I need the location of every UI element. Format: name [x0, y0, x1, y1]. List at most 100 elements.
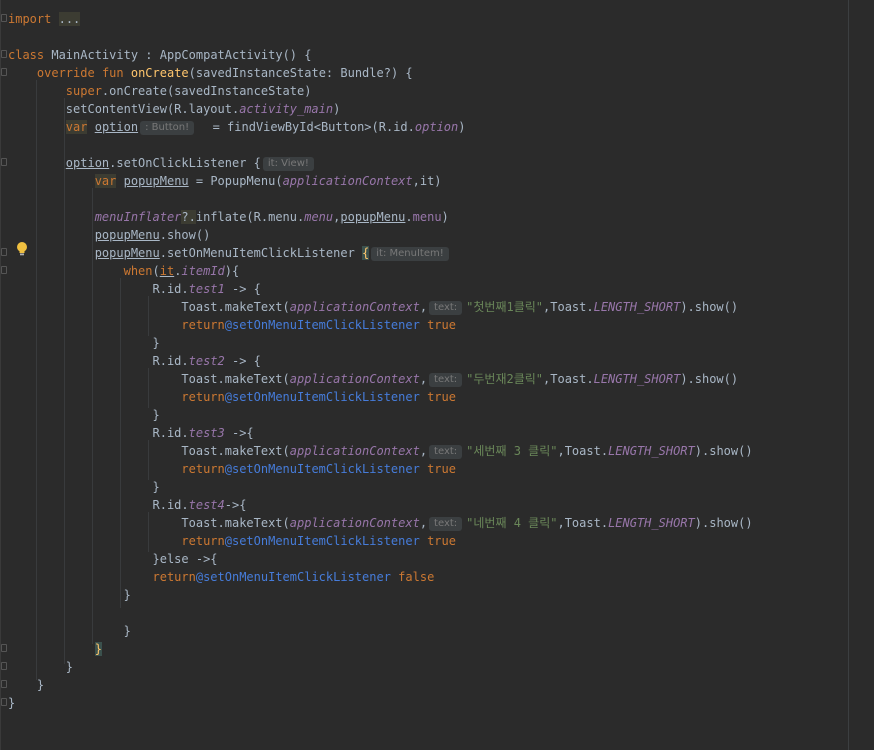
- superclass: AppCompatActivity(): [159, 48, 298, 62]
- keyword: return: [181, 390, 225, 404]
- fold-marker[interactable]: [1, 158, 7, 166]
- code-line: super.onCreate(savedInstanceState): [8, 82, 312, 100]
- code-line: }: [8, 694, 15, 712]
- code-line: return@setOnMenuItemClickListener true: [8, 316, 456, 334]
- token: ,it): [412, 174, 442, 188]
- token: R.id.: [152, 282, 189, 296]
- token: (: [152, 264, 160, 278]
- property: applicationContext: [282, 174, 413, 188]
- code-line: Toast.makeText(applicationContext, text: "…: [8, 442, 753, 460]
- keyword: true: [427, 462, 456, 476]
- keyword: true: [427, 318, 456, 332]
- param-hint: text:: [429, 517, 463, 531]
- token: }else ->{: [152, 552, 218, 566]
- token: }: [152, 408, 160, 422]
- fold-marker[interactable]: [1, 662, 7, 670]
- type-hint: it: MenuItem!: [371, 247, 449, 261]
- token: -> {: [224, 354, 261, 368]
- constant: LENGTH_SHORT: [608, 516, 695, 530]
- string-literal: "네번째 4 클릭": [466, 516, 558, 530]
- token: ): [441, 210, 449, 224]
- right-margin-guide: [848, 0, 849, 750]
- keyword: false: [398, 570, 435, 584]
- variable-name: popupMenu: [123, 174, 189, 188]
- fold-marker[interactable]: [1, 50, 7, 58]
- code-line: var popupMenu = PopupMenu(applicationCon…: [8, 172, 442, 190]
- token: ,: [419, 372, 428, 386]
- type-hint: : Button!: [140, 121, 195, 135]
- token: ,Toast.: [543, 372, 594, 386]
- param-hint: text:: [429, 373, 463, 387]
- token: ,Toast.: [557, 444, 609, 458]
- keyword: super: [65, 84, 102, 98]
- fold-marker[interactable]: [1, 248, 7, 256]
- token: Toast.makeText(: [181, 444, 290, 458]
- token: ,: [419, 444, 428, 458]
- code-line: }: [8, 478, 160, 496]
- token: ): [458, 120, 466, 134]
- resource-name: test2: [188, 354, 225, 368]
- token: }: [123, 588, 131, 602]
- code-line: var option: Button! = findViewById<Butto…: [8, 118, 465, 136]
- string-literal: "두번재2클릭": [466, 372, 544, 386]
- folded-imports[interactable]: ...: [58, 12, 81, 26]
- keyword: return: [181, 534, 225, 548]
- token: .setOnClickListener: [109, 156, 254, 170]
- keyword: fun: [101, 66, 124, 80]
- property: menu: [412, 210, 442, 224]
- fold-marker[interactable]: [1, 644, 7, 652]
- class-name: MainActivity: [51, 48, 139, 62]
- token: setContentView(R.layout.: [65, 102, 240, 116]
- token: ): [333, 102, 341, 116]
- resource-name: menu: [304, 210, 334, 224]
- property: applicationContext: [289, 516, 420, 530]
- code-line: R.id.test2 -> {: [8, 352, 261, 370]
- token: -> {: [224, 282, 261, 296]
- code-line: }: [8, 658, 73, 676]
- token: ,: [419, 300, 428, 314]
- string-literal: "세번째 3 클릭": [466, 444, 558, 458]
- resource-name: test4: [188, 498, 225, 512]
- code-line: }else ->{: [8, 550, 218, 568]
- label: @setOnMenuItemClickListener: [224, 462, 420, 476]
- label: @setOnMenuItemClickListener: [224, 390, 420, 404]
- keyword: true: [427, 534, 456, 548]
- fold-marker[interactable]: [1, 680, 7, 688]
- token: {: [297, 48, 312, 62]
- code-editor[interactable]: import ... class MainActivity : AppCompa…: [0, 0, 874, 750]
- token: }: [36, 678, 45, 692]
- fold-marker[interactable]: [1, 14, 7, 22]
- param-hint: text:: [429, 301, 463, 315]
- label: @setOnMenuItemClickListener: [224, 534, 420, 548]
- token: }: [152, 336, 160, 350]
- code-line: }: [8, 334, 160, 352]
- code-line: R.id.test3 ->{: [8, 424, 254, 442]
- resource-name: option: [414, 120, 459, 134]
- fold-marker[interactable]: [1, 266, 7, 274]
- property: menuInflater: [94, 210, 182, 224]
- token: }: [152, 480, 160, 494]
- fold-marker[interactable]: [1, 68, 7, 76]
- token: .show(): [159, 228, 211, 242]
- property: applicationContext: [289, 372, 420, 386]
- keyword: when: [123, 264, 153, 278]
- resource-name: test1: [188, 282, 225, 296]
- variable-name: popupMenu: [94, 228, 160, 242]
- code-line: menuInflater?.inflate(R.menu.menu,popupM…: [8, 208, 449, 226]
- variable-name: popupMenu: [94, 246, 160, 260]
- fold-marker[interactable]: [1, 698, 7, 706]
- token: ).show(): [680, 300, 739, 314]
- code-line: option.setOnClickListener {it: View!: [8, 154, 318, 172]
- type-hint: it: View!: [262, 157, 314, 171]
- token: .onCreate(savedInstanceState): [101, 84, 312, 98]
- token: }: [65, 660, 74, 674]
- code-line: Toast.makeText(applicationContext, text: "…: [8, 514, 753, 532]
- code-line: Toast.makeText(applicationContext, text: "…: [8, 298, 738, 316]
- function-name: onCreate: [130, 66, 189, 80]
- param-hint: text:: [429, 445, 463, 459]
- token: ).show(): [694, 444, 753, 458]
- string-literal: "첫번째1클릭": [466, 300, 544, 314]
- token: ,: [419, 516, 428, 530]
- code-line: when(it.itemId){: [8, 262, 240, 280]
- code-line: }: [8, 640, 102, 658]
